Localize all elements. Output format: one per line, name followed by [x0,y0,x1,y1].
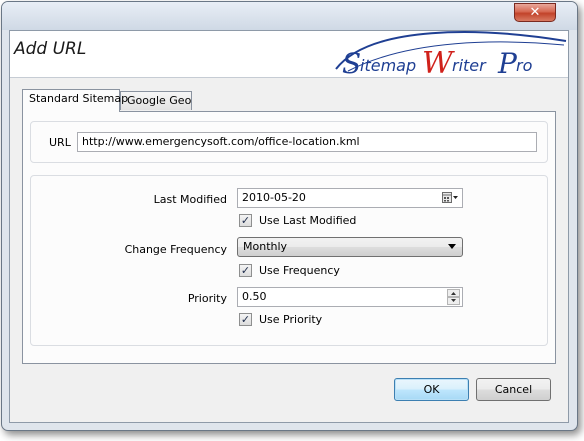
standard-sitemap-panel: URL http://www.emergencysoft.com/office-… [22,111,556,364]
url-label: URL [49,136,71,149]
svg-text:riter: riter [452,56,487,75]
use-frequency-checkbox[interactable]: ✓ [239,264,252,277]
use-last-modified-label: Use Last Modified [259,214,357,227]
svg-text:ro: ro [516,56,533,75]
sitemap-writer-pro-logo: S itemap W riter P ro [335,31,567,77]
dialog-window: ✕ Add URL S itemap W riter P ro Standard… [1,1,578,431]
options-group: Last Modified 2010-05-20 ✓ Use Last Modi… [30,175,548,346]
calendar-dropdown-icon[interactable] [442,192,458,204]
last-modified-label: Last Modified [153,193,227,206]
cancel-button[interactable]: Cancel [476,378,551,401]
priority-spinner[interactable]: 0.50 [237,287,463,307]
close-button[interactable]: ✕ [514,3,556,22]
tab-google-geo[interactable]: Google Geo [120,91,192,110]
spin-down-icon[interactable] [447,297,460,305]
header-band: Add URL S itemap W riter P ro [10,31,568,78]
change-frequency-label: Change Frequency [124,243,227,256]
priority-label: Priority [187,292,227,305]
svg-text:S: S [342,47,361,77]
chevron-down-icon [448,244,456,249]
svg-text:P: P [497,47,518,77]
last-modified-value: 2010-05-20 [242,191,306,204]
svg-text:itemap: itemap [360,56,416,75]
title-bar: ✕ [2,2,577,30]
url-input[interactable]: http://www.emergencysoft.com/office-loca… [77,132,537,152]
use-priority-label: Use Priority [259,313,323,326]
last-modified-date-picker[interactable]: 2010-05-20 [237,188,463,208]
use-frequency-row[interactable]: ✓ Use Frequency [239,263,399,279]
use-frequency-label: Use Frequency [259,264,340,277]
use-priority-checkbox[interactable]: ✓ [239,313,252,326]
spin-up-icon[interactable] [447,289,460,297]
change-frequency-select[interactable]: Monthly [237,237,463,257]
priority-value: 0.50 [242,290,267,303]
dialog-client-area: Add URL S itemap W riter P ro Standard S… [9,30,569,423]
tab-standard-sitemap[interactable]: Standard Sitemap [22,89,128,112]
use-last-modified-checkbox[interactable]: ✓ [239,214,252,227]
dialog-title: Add URL [14,39,87,59]
change-frequency-value: Monthly [243,240,288,253]
use-last-modified-row[interactable]: ✓ Use Last Modified [239,213,399,229]
use-priority-row[interactable]: ✓ Use Priority [239,312,399,328]
close-icon: ✕ [529,5,541,20]
ok-button[interactable]: OK [394,378,469,401]
svg-text:W: W [422,46,455,77]
url-group: URL http://www.emergencysoft.com/office-… [30,121,548,163]
